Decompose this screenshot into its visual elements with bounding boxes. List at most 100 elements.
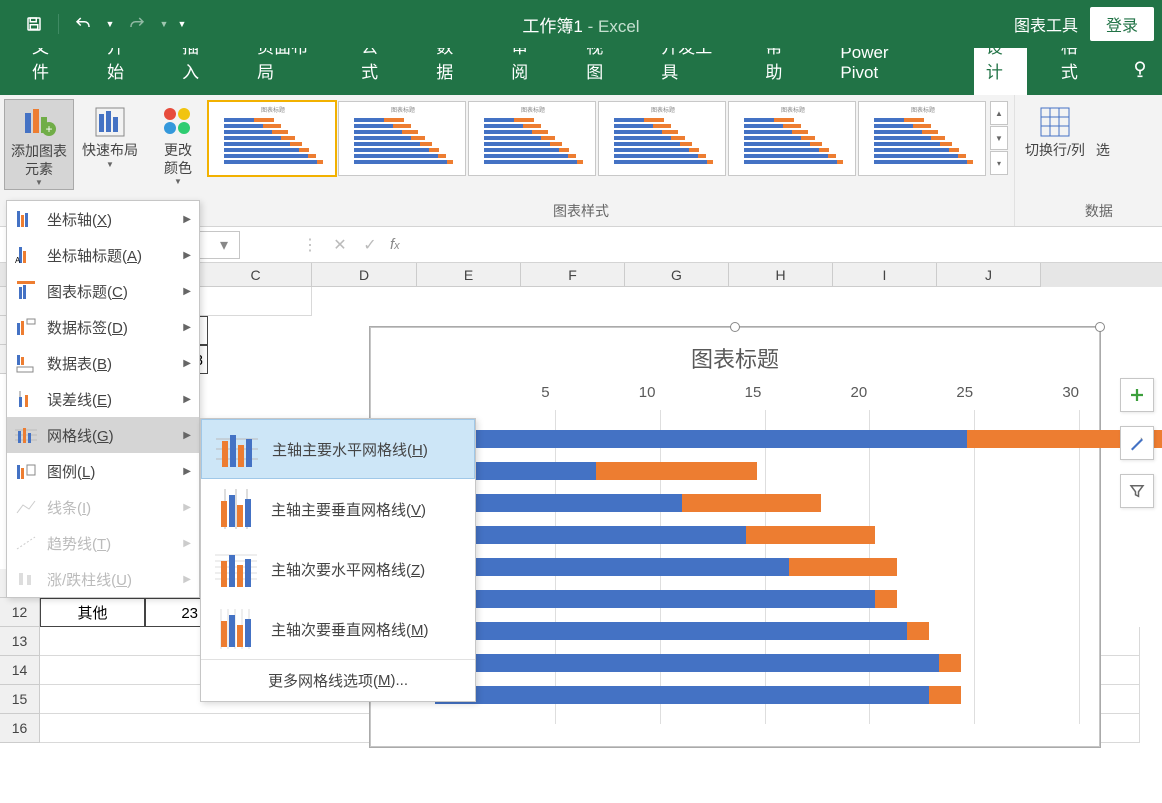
qat-customize[interactable]: ▼ (175, 10, 189, 38)
col-header-f[interactable]: F (521, 263, 625, 287)
gallery-scroll-down[interactable]: ▼ (990, 126, 1008, 150)
redo-dropdown[interactable]: ▼ (157, 10, 171, 38)
chart-style-4[interactable]: 图表标题 (598, 101, 726, 176)
quick-layout-icon (90, 102, 130, 142)
chart-style-5[interactable]: 图表标题 (728, 101, 856, 176)
chart-bar-segment[interactable] (875, 590, 896, 608)
chart-bar-row (451, 574, 1079, 606)
menu-lines: 线条(I)▶ (7, 489, 199, 525)
chart-x-axis: 51015202530 (451, 384, 1079, 407)
menu-legend[interactable]: 图例(L)▶ (7, 453, 199, 489)
redo-button[interactable] (121, 10, 153, 38)
chart-bar-row (451, 510, 1079, 542)
chart-bar-segment[interactable] (682, 494, 822, 512)
gallery-scroll-up[interactable]: ▲ (990, 101, 1008, 125)
title-bar: ▼ ▼ ▼ 工作簿1 - Excel 图表工具 登录 (0, 0, 1162, 48)
chart-bar-segment[interactable] (435, 590, 875, 608)
chart-bar-segment[interactable] (435, 622, 907, 640)
row-header-16[interactable]: 16 (0, 714, 40, 743)
chart-styles-button[interactable] (1120, 426, 1154, 460)
chart-bar-segment[interactable] (435, 558, 789, 576)
gallery-expand[interactable]: ▾ (990, 151, 1008, 175)
menu-data-table[interactable]: 数据表(B)▶ (7, 345, 199, 381)
col-header-j[interactable]: J (937, 263, 1041, 287)
col-header-e[interactable]: E (417, 263, 521, 287)
col-header-i[interactable]: I (833, 263, 937, 287)
chart-bar-segment[interactable] (929, 686, 961, 704)
cancel-formula[interactable]: ✕ (326, 231, 354, 259)
chart-title[interactable]: 图表标题 (371, 328, 1099, 384)
chart-bar-row (451, 478, 1079, 510)
chart-style-2[interactable]: 图表标题 (338, 101, 466, 176)
chart-bar-segment[interactable] (746, 526, 875, 544)
switch-row-col-button[interactable]: 切换行/列 (1019, 99, 1091, 162)
chart-style-1[interactable]: 图表标题 (208, 101, 336, 176)
select-data-button[interactable]: 选 (1093, 99, 1113, 162)
submenu-minor-vertical[interactable]: 主轴次要垂直网格线(M) (201, 599, 475, 659)
submenu-major-vertical[interactable]: 主轴主要垂直网格线(V) (201, 479, 475, 539)
svg-text:图表标题: 图表标题 (911, 106, 935, 114)
fx-label[interactable]: fx (390, 236, 400, 253)
undo-button[interactable] (67, 10, 99, 38)
col-header-c[interactable]: C (200, 263, 312, 287)
chart-styles-gallery: 图表标题 图表标题 图表标题 图表标题 图表标题 图表标题 ▲ ▼ ▾ (206, 99, 1010, 178)
change-colors-button[interactable]: 更改 颜色 ▼ (152, 99, 204, 188)
svg-text:+: + (45, 122, 52, 136)
chart-bar-segment[interactable] (435, 686, 929, 704)
quick-layout-button[interactable]: 快速布局 ▼ (76, 99, 144, 171)
undo-dropdown[interactable]: ▼ (103, 10, 117, 38)
chart-filters-button[interactable] (1120, 474, 1154, 508)
chart-bar-segment[interactable] (789, 558, 896, 576)
cell[interactable]: 其他 (40, 598, 145, 627)
chart-bar-segment[interactable] (435, 526, 746, 544)
chart-style-3[interactable]: 图表标题 (468, 101, 596, 176)
row-header-13[interactable]: 13 (0, 627, 40, 656)
row-header-12[interactable]: 12 (0, 598, 40, 627)
row-header-14[interactable]: 14 (0, 656, 40, 685)
menu-axis-titles[interactable]: A坐标轴标题(A)▶ (7, 237, 199, 273)
chart-bar-row: 其他 (451, 670, 1079, 702)
cell[interactable] (200, 287, 312, 316)
chart-bar-row (451, 414, 1079, 446)
expand-formula-bar[interactable]: ⋮ (296, 231, 324, 259)
menu-trendline: 趋势线(T)▶ (7, 525, 199, 561)
col-header-d[interactable]: D (312, 263, 417, 287)
menu-updown-bars: 涨/跌柱线(U)▶ (7, 561, 199, 597)
col-header-g[interactable]: G (625, 263, 729, 287)
embedded-chart[interactable]: 图表标题 51015202530 电视音响其他 (370, 327, 1100, 747)
save-button[interactable] (18, 10, 50, 38)
window-title: 工作簿1 - Excel (522, 12, 639, 37)
submenu-more-options[interactable]: 更多网格线选项(M)... (201, 659, 475, 701)
menu-gridlines[interactable]: 网格线(G)▶ (7, 417, 199, 453)
resize-handle-topright[interactable] (1095, 322, 1105, 332)
chart-bar-segment[interactable] (435, 654, 939, 672)
svg-text:图表标题: 图表标题 (651, 106, 675, 114)
menu-data-labels[interactable]: 数据标签(D)▶ (7, 309, 199, 345)
chart-style-6[interactable]: 图表标题 (858, 101, 986, 176)
chart-bar-segment[interactable] (435, 430, 967, 448)
chart-tools-label: 图表工具 (1014, 12, 1078, 36)
chart-plot-area[interactable]: 51015202530 电视音响其他 (451, 384, 1079, 724)
col-header-h[interactable]: H (729, 263, 833, 287)
resize-handle-top[interactable] (730, 322, 740, 332)
enter-formula[interactable]: ✓ (356, 231, 384, 259)
chart-bar-segment[interactable] (939, 654, 960, 672)
tell-me-icon[interactable] (1124, 48, 1162, 95)
data-group-label: 数据 (1085, 201, 1113, 223)
menu-chart-title[interactable]: 图表标题(C)▶ (7, 273, 199, 309)
login-button[interactable]: 登录 (1090, 7, 1154, 41)
submenu-minor-horizontal[interactable]: 主轴次要水平网格线(Z) (201, 539, 475, 599)
chart-bar-row (451, 446, 1079, 478)
svg-text:图表标题: 图表标题 (521, 106, 545, 114)
chart-styles-group-label: 图表样式 (553, 201, 609, 223)
row-header-15[interactable]: 15 (0, 685, 40, 714)
chart-bar-segment[interactable] (596, 462, 757, 480)
menu-error-bars[interactable]: 误差线(E)▶ (7, 381, 199, 417)
chart-elements-button[interactable] (1120, 378, 1154, 412)
cell[interactable]: 23 (145, 598, 203, 627)
add-chart-element-button[interactable]: + 添加图表 元素 ▼ (4, 99, 74, 190)
chart-bar-segment[interactable] (907, 622, 928, 640)
submenu-major-horizontal[interactable]: 主轴主要水平网格线(H) (201, 419, 475, 479)
menu-axes[interactable]: 坐标轴(X)▶ (7, 201, 199, 237)
chart-bar-row: 电视 (451, 606, 1079, 638)
